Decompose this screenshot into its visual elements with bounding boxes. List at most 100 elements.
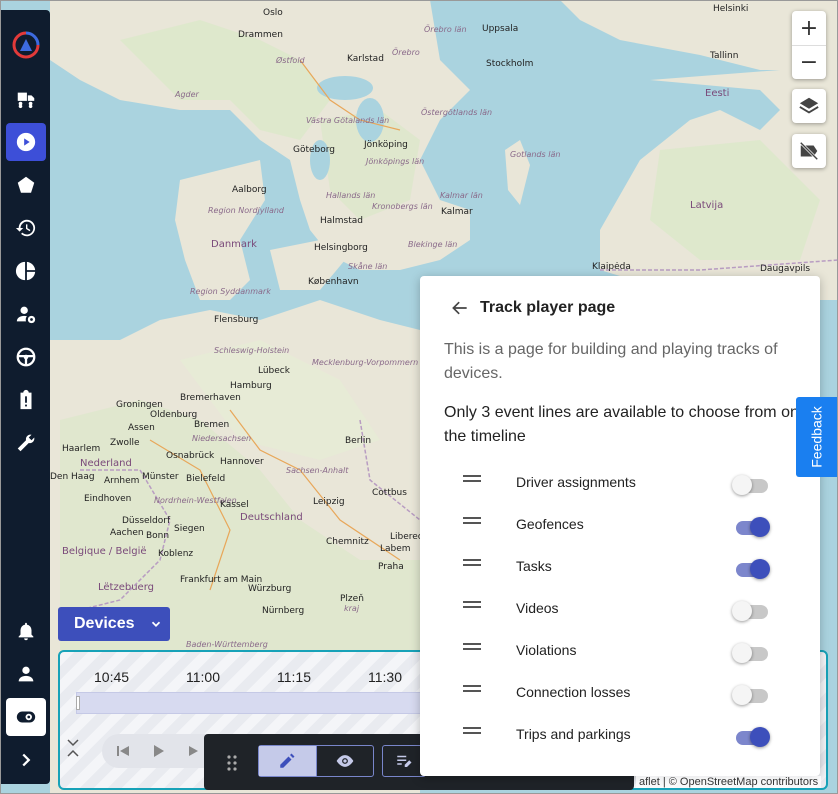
map-label: Lëtzebuerg bbox=[98, 582, 154, 593]
drag-handle-icon[interactable] bbox=[226, 754, 238, 772]
list-item: Geofences bbox=[420, 503, 820, 545]
map-label: Labem bbox=[380, 544, 411, 554]
map-attribution[interactable]: aflet | © OpenStreetMap contributors bbox=[636, 776, 822, 788]
event-label: Connection losses bbox=[516, 684, 631, 700]
play-circle-icon bbox=[16, 132, 35, 152]
sidebar-item-track-player[interactable] bbox=[5, 123, 46, 161]
sidebar bbox=[1, 10, 50, 784]
sidebar-item-drivers[interactable] bbox=[6, 295, 46, 333]
skip-previous-icon[interactable] bbox=[116, 744, 130, 758]
map-label: Drammen bbox=[238, 30, 283, 40]
map-label: Schleswig-Holstein bbox=[214, 346, 290, 355]
truck-icon bbox=[17, 92, 34, 109]
timeline-tick: 10:45 bbox=[94, 669, 130, 685]
map-label: Bielefeld bbox=[186, 474, 226, 484]
map-label: Siegen bbox=[174, 524, 205, 534]
devices-label: Devices bbox=[74, 615, 135, 632]
map-label: Oslo bbox=[263, 8, 283, 18]
event-toggle[interactable] bbox=[732, 473, 772, 495]
timeline-handle[interactable] bbox=[76, 696, 80, 710]
collapse-timeline-button[interactable] bbox=[66, 738, 80, 763]
edit-mode-button[interactable] bbox=[259, 746, 316, 776]
map-label: Berlin bbox=[345, 436, 372, 446]
event-toggle[interactable] bbox=[734, 515, 772, 537]
map-label: Flensburg bbox=[214, 315, 259, 325]
panel-header: Track player page bbox=[450, 298, 615, 318]
map-label: Jönköpings län bbox=[366, 157, 425, 166]
map-label: Koblenz bbox=[158, 549, 194, 559]
list-item: Driver assignments bbox=[420, 461, 820, 503]
sidebar-item-tools[interactable] bbox=[6, 424, 46, 462]
drag-handle-icon[interactable] bbox=[463, 601, 481, 611]
map-label: Kassel bbox=[220, 500, 249, 510]
play-icon[interactable] bbox=[152, 744, 166, 758]
devices-dropdown[interactable]: Devices bbox=[58, 607, 170, 641]
timeline-tick: 11:15 bbox=[277, 669, 311, 685]
map-label: Münster bbox=[142, 472, 179, 482]
sidebar-item-steering[interactable] bbox=[6, 338, 46, 376]
map-label: Aachen bbox=[110, 528, 144, 538]
event-label: Violations bbox=[516, 642, 577, 658]
map-label: Plzeň bbox=[340, 594, 364, 604]
map-label: Halmstad bbox=[320, 216, 363, 226]
layers-icon bbox=[799, 97, 819, 114]
map-label: Tallinn bbox=[710, 51, 739, 61]
wrench-icon bbox=[17, 434, 34, 452]
sidebar-item-vehicles[interactable] bbox=[6, 80, 46, 118]
settings-toggle-icon bbox=[16, 711, 35, 723]
map-label: Sachsen-Anhalt bbox=[286, 466, 349, 475]
event-toggle[interactable] bbox=[732, 683, 772, 705]
history-icon bbox=[15, 219, 35, 237]
map-label: Eindhoven bbox=[84, 494, 132, 504]
sidebar-item-tasks[interactable] bbox=[6, 381, 46, 419]
layers-button[interactable] bbox=[792, 89, 826, 123]
expand-sidebar-button[interactable] bbox=[6, 741, 46, 779]
drag-handle-icon[interactable] bbox=[463, 517, 481, 527]
map-label: Jönköping bbox=[364, 140, 408, 150]
sidebar-item-reports[interactable] bbox=[6, 252, 46, 290]
map-label: Eesti bbox=[705, 88, 730, 99]
zoom-in-button[interactable]: + bbox=[792, 11, 826, 45]
map-label: Aalborg bbox=[232, 185, 267, 195]
zoom-out-button[interactable]: − bbox=[792, 45, 826, 79]
settings-button[interactable] bbox=[5, 698, 46, 736]
app-logo[interactable] bbox=[1, 10, 50, 80]
hide-labels-button[interactable] bbox=[792, 134, 826, 168]
drag-handle-icon[interactable] bbox=[463, 685, 481, 695]
event-label: Geofences bbox=[516, 516, 584, 532]
chevron-down-icon bbox=[151, 621, 160, 627]
map-label: Würzburg bbox=[248, 584, 292, 594]
event-toggle[interactable] bbox=[732, 641, 772, 663]
sidebar-item-history[interactable] bbox=[6, 209, 46, 247]
map-label: Hamburg bbox=[230, 381, 272, 391]
sidebar-item-geofences[interactable] bbox=[6, 166, 46, 204]
back-arrow-icon[interactable] bbox=[450, 298, 470, 318]
skip-next-icon[interactable] bbox=[188, 744, 202, 758]
map-label: Niedersachsen bbox=[192, 434, 252, 443]
event-toggle[interactable] bbox=[734, 725, 772, 747]
drag-handle-icon[interactable] bbox=[463, 727, 481, 737]
drag-handle-icon[interactable] bbox=[463, 643, 481, 653]
panel-note: Only 3 event lines are available to choo… bbox=[444, 404, 799, 445]
map-label: Daugavpils bbox=[760, 264, 811, 274]
map-label: Mecklenburg-Vorpommern bbox=[312, 358, 419, 367]
notifications-button[interactable] bbox=[6, 612, 46, 650]
map-label: Stockholm bbox=[486, 59, 534, 69]
view-mode-button[interactable] bbox=[315, 746, 374, 776]
map-label: Nederland bbox=[80, 458, 132, 469]
profile-button[interactable] bbox=[6, 655, 46, 693]
feedback-button[interactable]: Feedback bbox=[796, 397, 838, 477]
panel-description: This is a page for building and playing … bbox=[444, 341, 778, 382]
list-item: Tasks bbox=[420, 545, 820, 587]
chevron-right-icon bbox=[21, 753, 30, 767]
drag-handle-icon[interactable] bbox=[463, 475, 481, 485]
map-label: Örebro län bbox=[424, 25, 467, 34]
timeline-track[interactable] bbox=[76, 692, 436, 714]
drag-handle-icon[interactable] bbox=[463, 559, 481, 569]
event-label: Trips and parkings bbox=[516, 726, 631, 742]
map-label: Klaipėda bbox=[592, 262, 631, 272]
user-icon bbox=[18, 666, 33, 682]
event-toggle[interactable] bbox=[732, 599, 772, 621]
event-toggle[interactable] bbox=[734, 557, 772, 579]
map-label: Uppsala bbox=[482, 24, 519, 34]
